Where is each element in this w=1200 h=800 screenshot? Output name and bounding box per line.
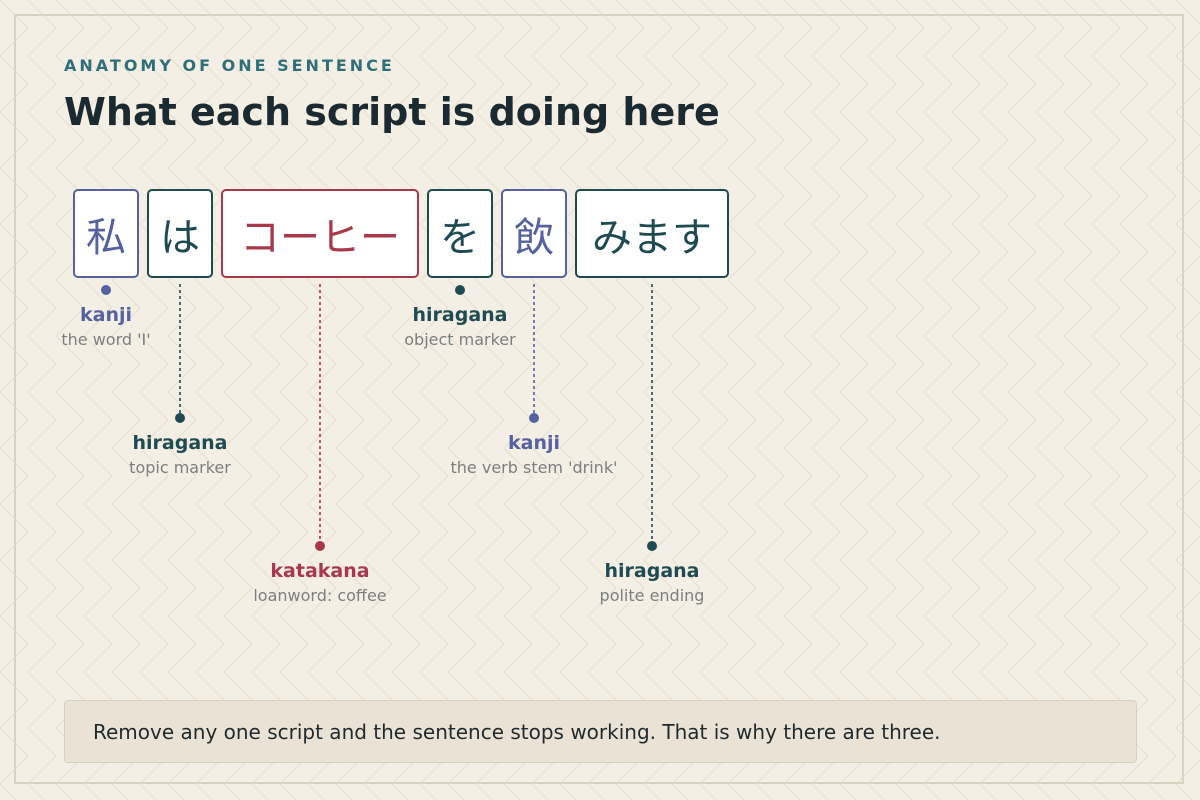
- label-wa: hiragana topic marker: [50, 432, 310, 478]
- label-mimasu: hiragana polite ending: [522, 560, 782, 606]
- script-role: topic marker: [129, 458, 231, 477]
- script-name: hiragana: [132, 432, 228, 454]
- leader-dot: [101, 285, 111, 295]
- script-name: kanji: [79, 304, 132, 326]
- script-role: polite ending: [599, 586, 705, 605]
- leader-lines-layer: [101, 284, 657, 551]
- script-name: katakana: [270, 560, 370, 582]
- leader-dot: [455, 285, 465, 295]
- tile-wo: を: [427, 189, 493, 278]
- script-name: kanji: [507, 432, 560, 454]
- label-koohii: katakana loanword: coffee: [190, 560, 450, 606]
- label-wo: hiragana object marker: [330, 304, 590, 350]
- label-nomu: kanji the verb stem 'drink': [404, 432, 664, 478]
- tile-koohii: コーヒー: [221, 189, 419, 278]
- tile-wa: は: [147, 189, 213, 278]
- leader-dot: [529, 413, 539, 423]
- leader-dot: [175, 413, 185, 423]
- tile-watashi: 私: [73, 189, 139, 278]
- footer-text: Remove any one script and the sentence s…: [93, 719, 941, 744]
- script-name: hiragana: [412, 304, 508, 326]
- script-role: the word 'I': [61, 330, 151, 349]
- tile-nomu: 飲: [501, 189, 567, 278]
- script-name: hiragana: [604, 560, 700, 582]
- label-watashi: kanji the word 'I': [0, 304, 236, 350]
- leader-dot: [315, 541, 325, 551]
- script-role: the verb stem 'drink': [450, 458, 618, 477]
- script-role: loanword: coffee: [253, 586, 387, 605]
- leader-dot: [647, 541, 657, 551]
- script-role: object marker: [404, 330, 516, 349]
- footer-note: Remove any one script and the sentence s…: [64, 700, 1137, 763]
- tile-mimasu: みます: [575, 189, 729, 278]
